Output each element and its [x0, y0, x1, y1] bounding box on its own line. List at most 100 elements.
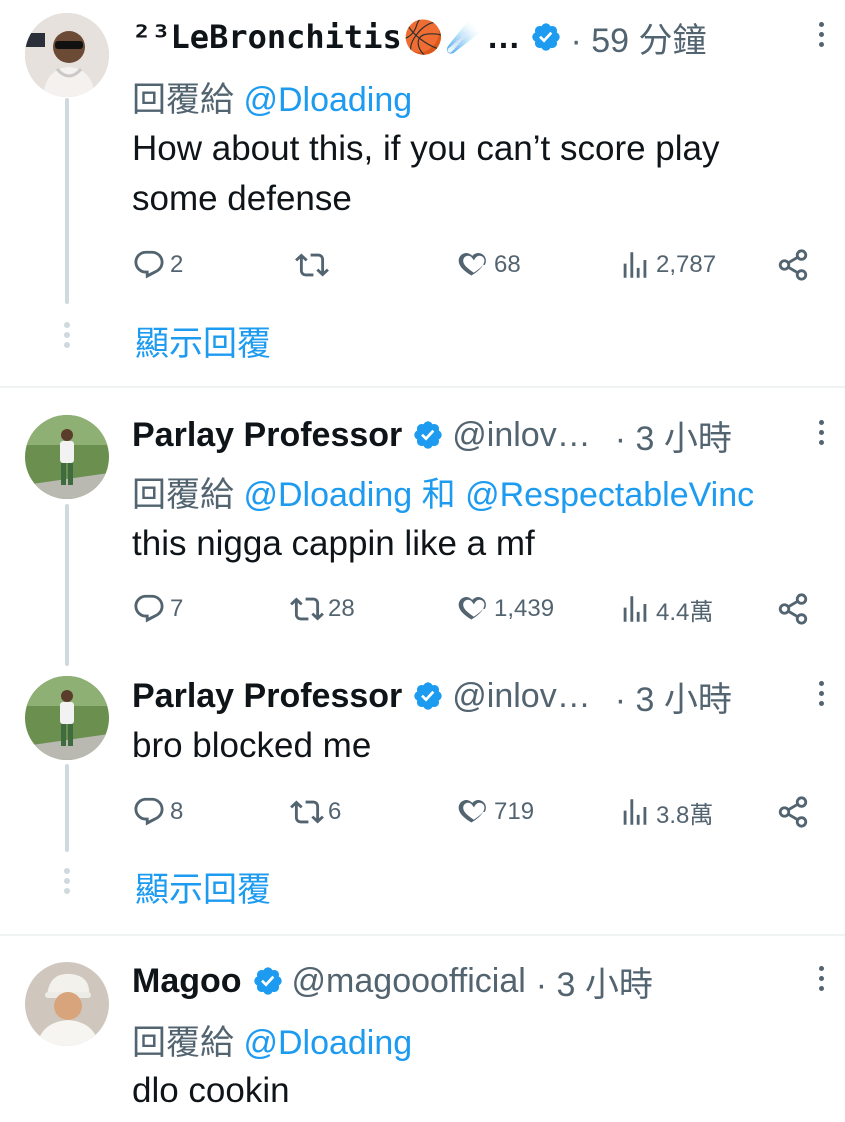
retweet-icon	[290, 800, 324, 824]
more-vertical-icon[interactable]	[815, 22, 827, 52]
thread-line	[65, 98, 69, 304]
retweet-icon	[290, 597, 324, 621]
retweet-button[interactable]	[295, 245, 333, 285]
display-name[interactable]: Parlay Professor	[132, 416, 402, 455]
views-button[interactable]: 2,787	[618, 245, 716, 285]
view-count: 4.4萬	[656, 598, 714, 626]
share-button[interactable]	[776, 589, 814, 629]
tweet-header: Parlay Professor @inlov… · 3 小時	[132, 415, 732, 458]
thread-more-dots	[62, 322, 72, 352]
like-button[interactable]: 1,439	[456, 589, 554, 629]
thread-line	[65, 504, 69, 666]
divider	[0, 934, 845, 936]
tweet-text-line: How about this, if you can’t score play	[132, 129, 720, 168]
name-ellipsis: …	[486, 17, 521, 56]
show-replies-link[interactable]: 顯示回覆	[135, 862, 271, 911]
more-vertical-icon[interactable]	[815, 420, 827, 450]
basketball-emoji: 🏀	[403, 19, 444, 55]
thread-more-dots	[62, 868, 72, 898]
divider	[0, 386, 845, 388]
like-count: 719	[494, 798, 535, 825]
show-replies-link[interactable]: 顯示回覆	[135, 316, 271, 365]
reply-bubble-icon	[134, 797, 164, 826]
reply-prefix: 回覆給	[132, 81, 234, 119]
verified-badge-icon	[414, 421, 442, 449]
views-bar-chart-icon	[623, 596, 647, 622]
views-bar-chart-icon	[623, 799, 647, 825]
avatar[interactable]	[25, 415, 109, 499]
more-vertical-icon[interactable]	[815, 681, 827, 711]
thread-line	[65, 764, 69, 852]
avatar[interactable]	[25, 676, 109, 760]
avatar[interactable]	[25, 962, 109, 1046]
tweet-actions: 8 6 719 3.8萬	[132, 792, 812, 832]
timestamp[interactable]: · 59 分鐘	[570, 13, 706, 62]
reply-button[interactable]: 7	[132, 589, 183, 629]
retweet-button[interactable]: 6	[290, 792, 341, 832]
verified-badge-icon	[414, 682, 442, 710]
verified-badge-icon	[532, 23, 561, 51]
timestamp[interactable]: · 3 小時	[615, 672, 732, 721]
like-count: 1,439	[494, 595, 555, 622]
tweet-header: ²³LeBronchitis 🏀 ☄️ … · 59 分鐘	[132, 17, 706, 60]
mention-link[interactable]: @RespectableVinc	[465, 476, 754, 514]
retweet-icon	[295, 253, 329, 277]
tweet-text: this nigga cappin like a mf	[132, 524, 535, 563]
share-icon	[778, 593, 808, 625]
replying-to: 回覆給 @Dloading	[132, 72, 412, 121]
heart-icon	[458, 799, 486, 823]
share-icon	[778, 249, 808, 281]
handle[interactable]: @inlov…	[452, 416, 590, 455]
mention-joiner: 和	[421, 476, 456, 514]
display-name[interactable]: Parlay Professor	[132, 677, 402, 716]
retweet-count: 6	[328, 798, 342, 825]
reply-count: 7	[170, 595, 184, 622]
heart-icon	[458, 252, 486, 276]
handle[interactable]: @magooofficial	[292, 962, 526, 1001]
like-count: 68	[494, 251, 521, 278]
tweet-actions: 2 68 2,787	[132, 245, 812, 285]
timestamp[interactable]: · 3 小時	[615, 411, 732, 460]
mention-link[interactable]: @Dloading	[243, 1024, 412, 1062]
reply-prefix: 回覆給	[132, 1024, 234, 1062]
share-icon	[778, 796, 808, 828]
tweet-actions: 7 28 1,439 4.4萬	[132, 589, 812, 629]
reply-count: 8	[170, 798, 184, 825]
tweet-text-line: some defense	[132, 179, 352, 218]
more-vertical-icon[interactable]	[815, 966, 827, 996]
tweet-text: bro blocked me	[132, 726, 372, 765]
reply-prefix: 回覆給	[132, 476, 234, 514]
display-name[interactable]: ²³LeBronchitis	[132, 18, 402, 56]
handle[interactable]: @inlov…	[452, 677, 590, 716]
tweet-text: How about this, if you can’t score play …	[132, 124, 720, 224]
reply-count: 2	[170, 251, 184, 278]
view-count: 2,787	[656, 251, 717, 278]
tweet-text: dlo cookin	[132, 1071, 290, 1110]
share-button[interactable]	[776, 792, 814, 832]
share-button[interactable]	[776, 245, 814, 285]
replying-to: 回覆給 @Dloading	[132, 1015, 412, 1064]
view-count: 3.8萬	[656, 801, 714, 829]
reply-bubble-icon	[134, 250, 164, 279]
like-button[interactable]: 68	[456, 245, 521, 285]
timestamp[interactable]: · 3 小時	[536, 957, 653, 1006]
views-button[interactable]: 4.4萬	[618, 589, 713, 629]
heart-icon	[458, 596, 486, 620]
avatar[interactable]	[25, 13, 109, 97]
reply-button[interactable]: 8	[132, 792, 183, 832]
reply-button[interactable]: 2	[132, 245, 183, 285]
like-button[interactable]: 719	[456, 792, 534, 832]
mention-link[interactable]: @Dloading	[243, 476, 412, 514]
retweet-button[interactable]: 28	[290, 589, 355, 629]
retweet-count: 28	[328, 595, 355, 622]
views-bar-chart-icon	[623, 252, 647, 278]
reply-bubble-icon	[134, 594, 164, 623]
display-name[interactable]: Magoo	[132, 962, 242, 1001]
tweet-header: Magoo @magooofficial · 3 小時	[132, 961, 653, 1004]
comet-emoji: ☄️	[445, 21, 481, 53]
mention-link[interactable]: @Dloading	[243, 81, 412, 119]
verified-badge-icon	[253, 967, 282, 995]
tweet-header: Parlay Professor @inlov… · 3 小時	[132, 676, 732, 719]
replying-to: 回覆給 @Dloading 和 @RespectableVinc	[132, 467, 754, 516]
views-button[interactable]: 3.8萬	[618, 792, 713, 832]
